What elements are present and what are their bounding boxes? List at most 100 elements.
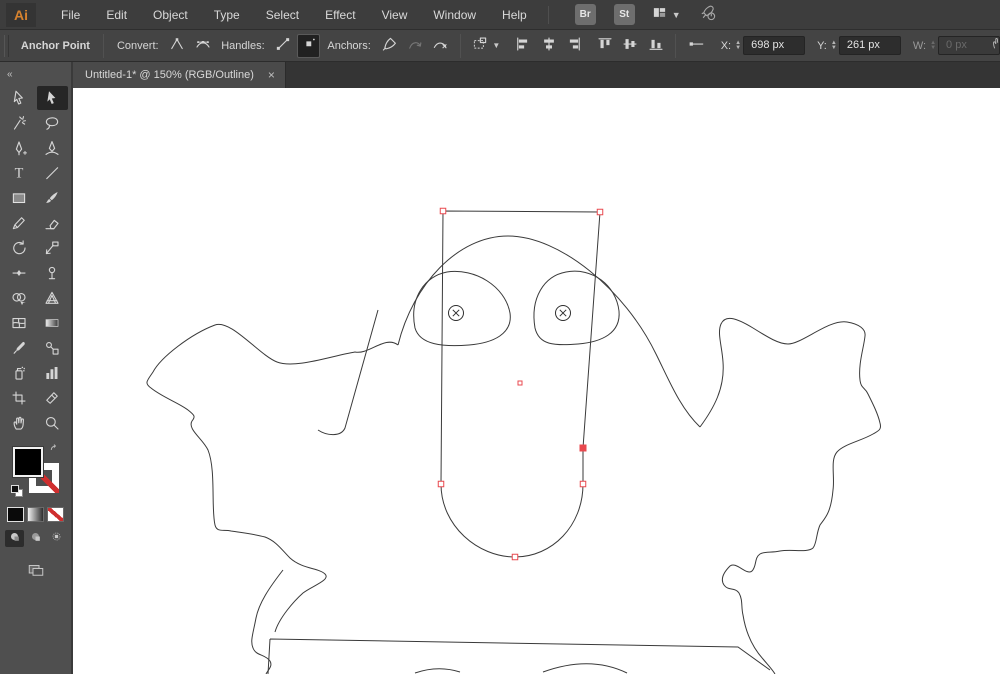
rectangle-tool-icon: [10, 189, 28, 207]
menu-item-select[interactable]: Select: [253, 0, 312, 30]
zoom-tool[interactable]: [37, 411, 68, 435]
head-path[interactable]: [397, 235, 701, 428]
change-screen-mode-button[interactable]: [0, 561, 71, 584]
type-tool[interactable]: T: [4, 161, 35, 185]
right-eye-path[interactable]: [533, 270, 620, 346]
selection-tool[interactable]: [4, 86, 35, 110]
draw-inside-button[interactable]: [47, 530, 66, 547]
puppet-warp-tool[interactable]: [37, 261, 68, 285]
eraser-tool[interactable]: [37, 211, 68, 235]
cut-path-button[interactable]: [428, 34, 451, 58]
left-leg-path[interactable]: [251, 569, 284, 674]
left-arm-path[interactable]: [146, 323, 399, 633]
swap-fill-stroke-icon[interactable]: [48, 443, 61, 461]
left-foot-path[interactable]: [414, 668, 461, 674]
anchor-point[interactable]: [596, 208, 604, 216]
menu-item-view[interactable]: View: [369, 0, 421, 30]
connect-anchors-button: [403, 34, 426, 58]
draw-normal-button[interactable]: [5, 530, 24, 547]
curvature-tool[interactable]: [37, 136, 68, 160]
remove-anchors-button[interactable]: [378, 34, 401, 58]
left-body-inner-path[interactable]: [317, 309, 379, 436]
close-tab-icon[interactable]: ×: [268, 68, 275, 82]
default-fill-stroke-icon[interactable]: [10, 485, 23, 497]
stocks-button[interactable]: St: [613, 4, 635, 25]
width-tool[interactable]: [4, 261, 35, 285]
gradient-tool[interactable]: [37, 311, 68, 335]
menu-item-type[interactable]: Type: [201, 0, 253, 30]
pen-add-anchor-tool[interactable]: [4, 136, 35, 160]
draw-behind-button[interactable]: [26, 530, 45, 547]
align-left-button[interactable]: [512, 34, 535, 58]
anchor-point[interactable]: [439, 207, 447, 215]
y-input[interactable]: 261 px: [838, 36, 901, 55]
frog-outline-artwork[interactable]: [146, 210, 881, 674]
gradient-button[interactable]: [27, 507, 44, 522]
pencil-tool[interactable]: [4, 211, 35, 235]
align-bottom-button[interactable]: [644, 34, 667, 58]
eye-center-marker[interactable]: [555, 305, 571, 321]
convert-to-smooth-button[interactable]: [191, 34, 214, 58]
align-top-button[interactable]: [593, 34, 616, 58]
artboard-canvas[interactable]: [73, 88, 1000, 674]
paintbrush-tool[interactable]: [37, 186, 68, 210]
menu-item-help[interactable]: Help: [489, 0, 540, 30]
perspective-grid-tool[interactable]: [37, 286, 68, 310]
rotate-tool-icon: [10, 239, 28, 257]
lasso-tool[interactable]: [37, 111, 68, 135]
eye-center-marker[interactable]: [448, 305, 464, 321]
control-bar-grip[interactable]: [4, 34, 9, 57]
control-bar: Anchor Point Convert: Handles: Anchors: …: [0, 30, 1000, 62]
artboard-tool[interactable]: [4, 386, 35, 410]
symbol-sprayer-tool[interactable]: [4, 361, 35, 385]
rotate-tool[interactable]: [4, 236, 35, 260]
hide-handles-button[interactable]: [296, 33, 321, 58]
fill-swatch[interactable]: [12, 447, 43, 477]
column-graph-tool[interactable]: [37, 361, 68, 385]
scale-tool[interactable]: [37, 236, 68, 260]
shape-center-point[interactable]: [517, 380, 523, 386]
show-handles-button[interactable]: [272, 34, 295, 58]
blend-tool[interactable]: [37, 336, 68, 360]
belt-path[interactable]: [267, 638, 771, 674]
point-position-button[interactable]: [684, 34, 707, 58]
menu-item-effect[interactable]: Effect: [312, 0, 368, 30]
align-vertical-center-button[interactable]: [619, 34, 642, 58]
document-tab[interactable]: Untitled-1* @ 150% (RGB/Outline) ×: [73, 62, 286, 88]
hand-tool[interactable]: [4, 411, 35, 435]
eyedropper-tool[interactable]: [4, 336, 35, 360]
collapse-panel-button[interactable]: «: [7, 69, 12, 80]
direct-selection-tool[interactable]: [36, 86, 68, 110]
anchor-point[interactable]: [579, 480, 587, 488]
x-input[interactable]: 698 px: [743, 36, 806, 55]
mesh-tool[interactable]: [4, 311, 35, 335]
fill-stroke-indicator: [10, 444, 59, 497]
selected-anchor-point[interactable]: [579, 444, 587, 452]
line-segment-tool[interactable]: [37, 161, 68, 185]
rectangle-tool[interactable]: [4, 186, 35, 210]
slice-tool[interactable]: [37, 386, 68, 410]
none-button[interactable]: [47, 507, 64, 522]
anchor-point[interactable]: [511, 553, 519, 561]
isolate-selected-object-button[interactable]: ▼: [469, 34, 502, 58]
chevron-down-icon: ▼: [671, 9, 681, 20]
anchor-point[interactable]: [437, 480, 445, 488]
menu-item-file[interactable]: File: [48, 0, 93, 30]
align-horizontal-center-button[interactable]: [537, 34, 560, 58]
menu-item-object[interactable]: Object: [140, 0, 201, 30]
menu-item-edit[interactable]: Edit: [93, 0, 140, 30]
magic-wand-tool[interactable]: [4, 111, 35, 135]
x-stepper[interactable]: ▲ ▼: [735, 40, 741, 51]
arrange-documents-button[interactable]: ▼: [651, 5, 681, 25]
menu-item-window[interactable]: Window: [420, 0, 489, 30]
gpu-performance-button[interactable]: [697, 3, 718, 27]
y-stepper[interactable]: ▲ ▼: [831, 40, 837, 51]
drawing-mode-buttons: [0, 530, 71, 547]
right-foot-path[interactable]: [542, 663, 628, 674]
shape-builder-tool[interactable]: [4, 286, 35, 310]
color-button[interactable]: [7, 507, 24, 522]
convert-to-corner-button[interactable]: [166, 34, 189, 58]
align-right-button[interactable]: [562, 34, 585, 58]
right-arm-path[interactable]: [699, 317, 881, 674]
bridge-button[interactable]: Br: [574, 4, 596, 25]
